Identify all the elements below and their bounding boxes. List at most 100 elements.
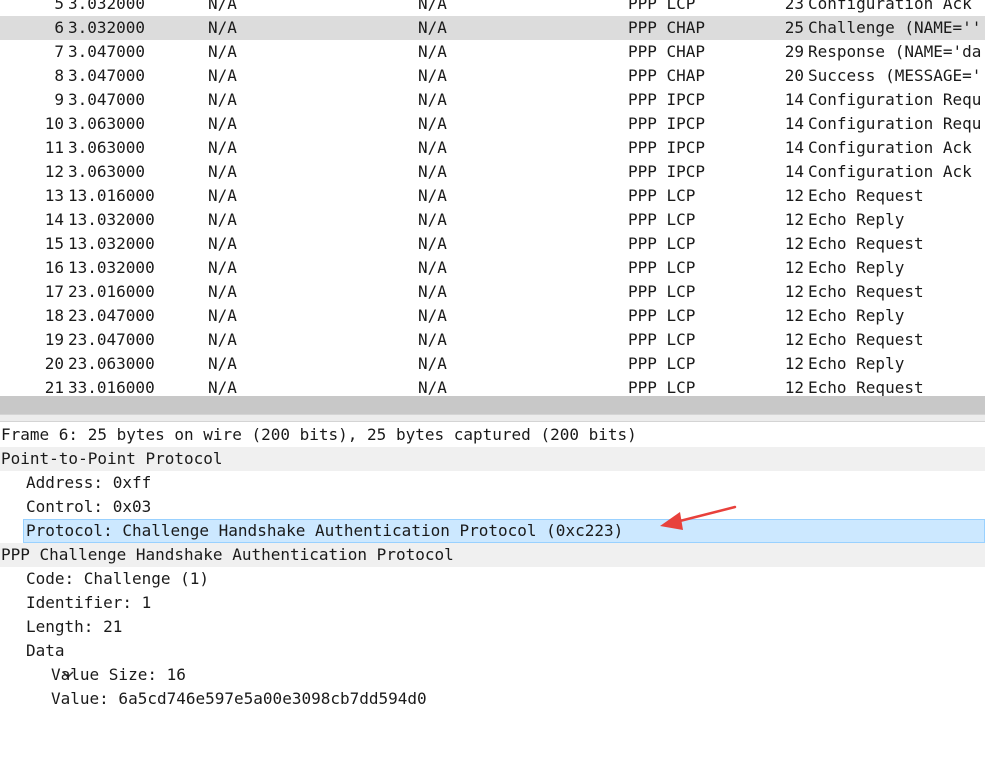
detail-chap-text: PPP Challenge Handshake Authentication P… <box>1 545 454 564</box>
packet-len-cell: 12 <box>784 282 804 301</box>
packet-time-cell: 13.032000 <box>68 234 155 253</box>
packet-time-cell: 13.032000 <box>68 210 155 229</box>
detail-value[interactable]: Value: 6a5cd746e597e5a00e3098cb7dd594d0 <box>0 687 985 711</box>
packet-row[interactable]: 14 13.032000 N/A N/A PPP LCP 12 Echo Reply <box>0 208 985 232</box>
packet-row[interactable]: 12 3.063000 N/A N/A PPP IPCP 14 Configuration … <box>0 160 985 184</box>
packet-row[interactable]: 9 3.047000 N/A N/A PPP IPCP 14 Configuration R… <box>0 88 985 112</box>
packet-dst-cell: N/A <box>418 186 447 205</box>
packet-row[interactable]: 20 23.063000 N/A N/A PPP LCP 12 Echo Reply <box>0 352 985 376</box>
packet-row[interactable]: 21 33.016000 N/A N/A PPP LCP 12 Echo Request <box>0 376 985 396</box>
detail-protocol-selected[interactable]: Protocol: Challenge Handshake Authentica… <box>0 519 985 543</box>
packet-len-cell: 12 <box>784 306 804 325</box>
packet-row[interactable]: 15 13.032000 N/A N/A PPP LCP 12 Echo Request <box>0 232 985 256</box>
packet-no-cell: 18 <box>44 306 64 325</box>
detail-chap[interactable]: PPP Challenge Handshake Authentication P… <box>0 543 985 567</box>
packet-info-cell: Configuration Ack <box>808 162 972 181</box>
packet-proto-cell: PPP CHAP <box>628 18 706 37</box>
packet-no-cell: 21 <box>44 378 64 396</box>
packet-proto-cell: PPP IPCP <box>628 90 706 109</box>
packet-no-cell: 5 <box>54 0 64 13</box>
detail-identifier-text: Identifier: 1 <box>26 593 152 612</box>
packet-no-cell: 15 <box>44 234 64 253</box>
packet-no-cell: 8 <box>54 66 64 85</box>
packet-no-cell: 16 <box>44 258 64 277</box>
packet-len-cell: 20 <box>784 66 804 85</box>
packet-src-cell: N/A <box>208 354 237 373</box>
detail-value-text: Value: 6a5cd746e597e5a00e3098cb7dd594d0 <box>51 689 427 708</box>
detail-identifier[interactable]: Identifier: 1 <box>0 591 985 615</box>
packet-len-cell: 12 <box>784 210 804 229</box>
packet-src-cell: N/A <box>208 162 237 181</box>
detail-length[interactable]: Length: 21 <box>0 615 985 639</box>
packet-proto-cell: PPP IPCP <box>628 114 706 133</box>
packet-info-cell: Echo Reply <box>808 210 905 229</box>
packet-no-cell: 6 <box>54 18 64 37</box>
detail-data[interactable]: Data <box>0 639 985 679</box>
packet-proto-cell: PPP CHAP <box>628 42 706 61</box>
detail-code[interactable]: Code: Challenge (1) <box>0 567 985 591</box>
packet-len-cell: 29 <box>784 42 804 61</box>
packet-src-cell: N/A <box>208 306 237 325</box>
packet-src-cell: N/A <box>208 378 237 396</box>
packet-row[interactable]: 10 3.063000 N/A N/A PPP IPCP 14 Configuration … <box>0 112 985 136</box>
packet-proto-cell: PPP LCP <box>628 234 696 253</box>
detail-data-text: Data <box>26 641 65 660</box>
packet-dst-cell: N/A <box>418 90 447 109</box>
packet-time-cell: 23.047000 <box>68 306 155 325</box>
detail-ppp[interactable]: Point-to-Point Protocol <box>0 447 985 471</box>
packet-dst-cell: N/A <box>418 114 447 133</box>
packet-src-cell: N/A <box>208 234 237 253</box>
packet-row[interactable]: 19 23.047000 N/A N/A PPP LCP 12 Echo Request <box>0 328 985 352</box>
packet-dst-cell: N/A <box>418 258 447 277</box>
packet-dst-cell: N/A <box>418 306 447 325</box>
packet-row[interactable]: 11 3.063000 N/A N/A PPP IPCP 14 Configuration … <box>0 136 985 160</box>
packet-proto-cell: PPP IPCP <box>628 162 706 181</box>
packet-row[interactable]: 13 13.016000 N/A N/A PPP LCP 12 Echo Request <box>0 184 985 208</box>
packet-proto-cell: PPP LCP <box>628 330 696 349</box>
packet-proto-cell: PPP IPCP <box>628 138 706 157</box>
packet-info-cell: Configuration Requ <box>808 90 982 109</box>
packet-src-cell: N/A <box>208 138 237 157</box>
packet-time-cell: 23.047000 <box>68 330 155 349</box>
packet-dst-cell: N/A <box>418 0 447 13</box>
detail-frame[interactable]: Frame 6: 25 bytes on wire (200 bits), 25… <box>0 423 985 447</box>
packet-row[interactable]: 17 23.016000 N/A N/A PPP LCP 12 Echo Request <box>0 280 985 304</box>
pane-splitter[interactable] <box>0 414 985 422</box>
packet-no-cell: 7 <box>54 42 64 61</box>
packet-time-cell: 3.032000 <box>68 18 146 37</box>
detail-value-size[interactable]: Value Size: 16 <box>0 663 985 687</box>
packet-time-cell: 3.063000 <box>68 114 146 133</box>
chevron-down-icon[interactable] <box>3 639 74 679</box>
packet-dst-cell: N/A <box>418 162 447 181</box>
packet-len-cell: 14 <box>784 114 804 133</box>
packet-proto-cell: PPP LCP <box>628 210 696 229</box>
packet-time-cell: 13.032000 <box>68 258 155 277</box>
packet-info-cell: Echo Request <box>808 330 924 349</box>
packet-dst-cell: N/A <box>418 330 447 349</box>
packet-time-cell: 3.047000 <box>68 66 146 85</box>
packet-row[interactable]: 16 13.032000 N/A N/A PPP LCP 12 Echo Reply <box>0 256 985 280</box>
packet-len-cell: 25 <box>784 18 804 37</box>
packet-proto-cell: PPP LCP <box>628 258 696 277</box>
packet-row[interactable]: 8 3.047000 N/A N/A PPP CHAP 20 Success (MESSAG… <box>0 64 985 88</box>
detail-control[interactable]: Control: 0x03 <box>0 495 985 519</box>
horizontal-scrollbar[interactable] <box>0 396 985 414</box>
packet-len-cell: 14 <box>784 138 804 157</box>
packet-row[interactable]: 5 3.032000 N/A N/A PPP LCP 23 Configuration Ac… <box>0 0 985 16</box>
packet-len-cell: 14 <box>784 162 804 181</box>
detail-protocol-text: Protocol: Challenge Handshake Authentica… <box>26 521 624 540</box>
packet-row[interactable]: 18 23.047000 N/A N/A PPP LCP 12 Echo Reply <box>0 304 985 328</box>
packet-time-cell: 33.016000 <box>68 378 155 396</box>
packet-info-cell: Configuration Ack <box>808 0 972 13</box>
packet-dst-cell: N/A <box>418 378 447 396</box>
packet-len-cell: 12 <box>784 354 804 373</box>
packet-list: 5 3.032000 N/A N/A PPP LCP 23 Configuration Ac… <box>0 0 985 396</box>
packet-src-cell: N/A <box>208 0 237 13</box>
packet-src-cell: N/A <box>208 90 237 109</box>
packet-src-cell: N/A <box>208 330 237 349</box>
packet-row[interactable]: 6 3.032000 N/A N/A PPP CHAP 25 Challenge (NAME… <box>0 16 985 40</box>
detail-address[interactable]: Address: 0xff <box>0 471 985 495</box>
packet-dst-cell: N/A <box>418 234 447 253</box>
packet-dst-cell: N/A <box>418 18 447 37</box>
packet-row[interactable]: 7 3.047000 N/A N/A PPP CHAP 29 Response (NAME=… <box>0 40 985 64</box>
